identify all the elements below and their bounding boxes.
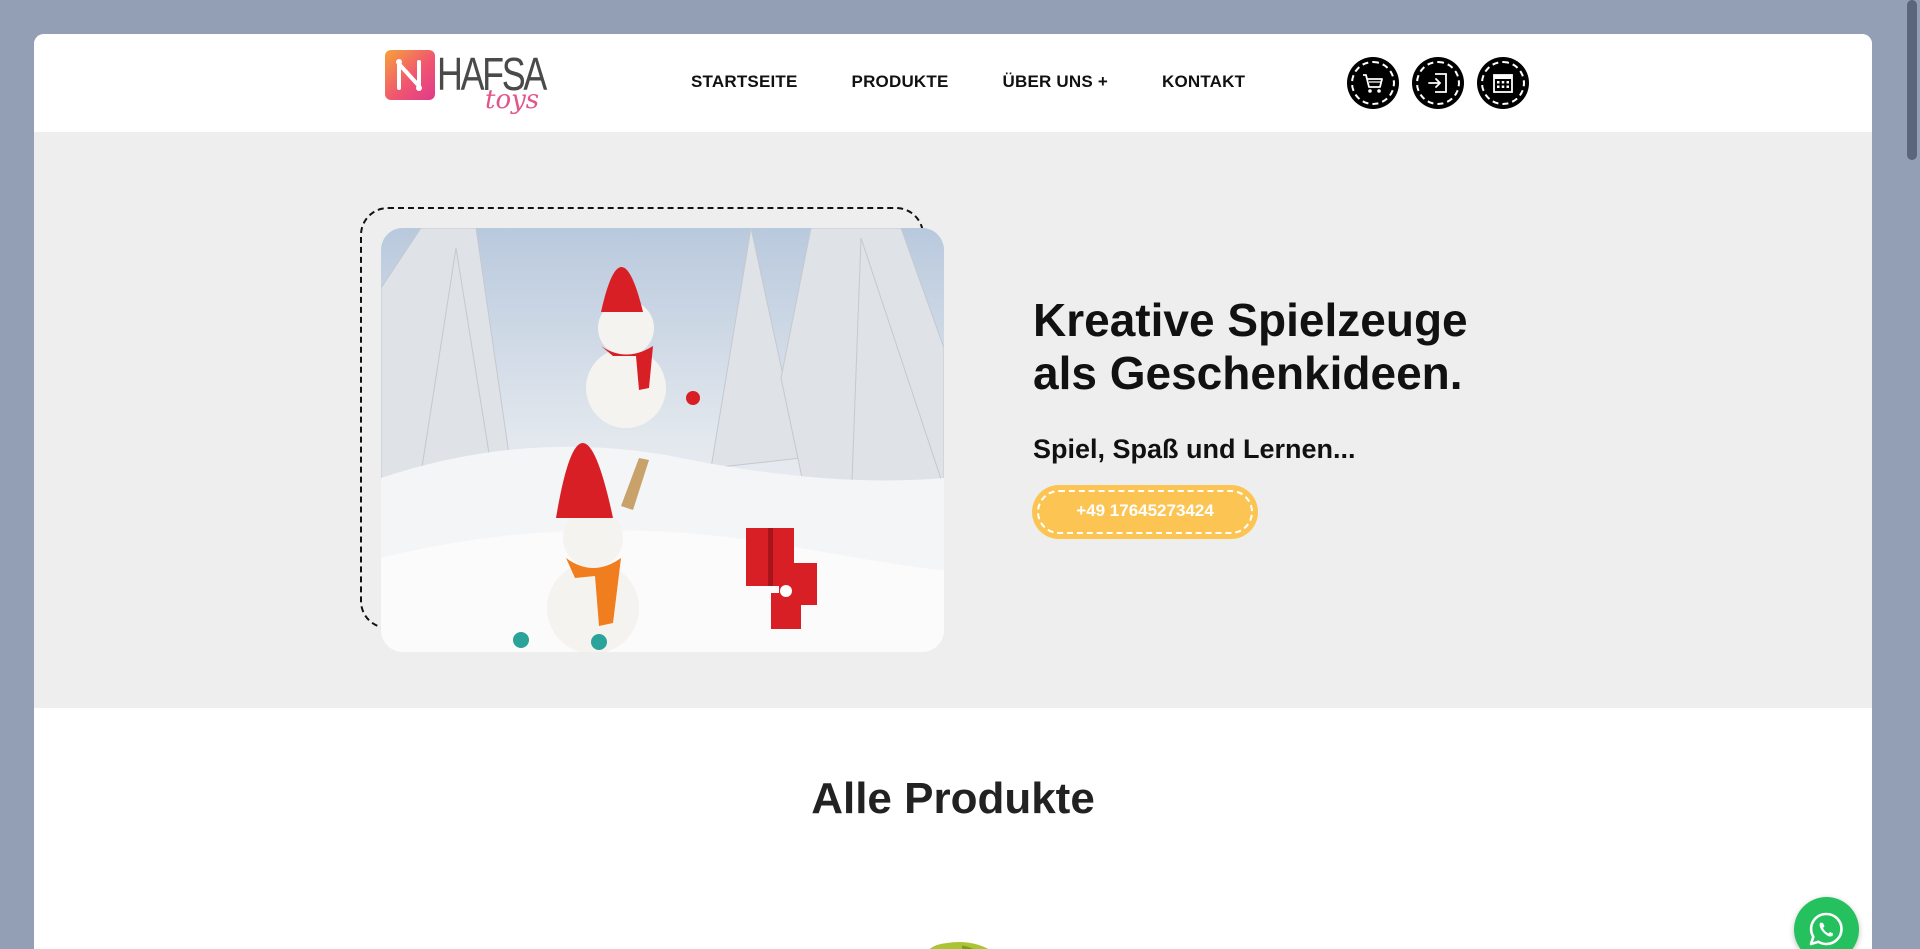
hero-image	[381, 228, 944, 652]
hero-title-line-2: als Geschenkideen.	[1033, 347, 1463, 399]
product-image-peek	[912, 929, 1002, 949]
logo-sub: toys	[485, 85, 540, 115]
login-button[interactable]	[1412, 57, 1464, 109]
whatsapp-button[interactable]	[1794, 897, 1859, 949]
nav-item-produkte[interactable]: PRODUKTE	[852, 72, 949, 96]
phone-button-label: +49 17645273424	[1076, 501, 1214, 520]
login-icon	[1428, 73, 1447, 93]
page: HAFSA toys STARTSEITE PRODUKTE ÜBER UNS …	[34, 34, 1872, 949]
products-title: Alle Produkte	[811, 774, 1095, 823]
logo[interactable]: HAFSA toys	[385, 48, 547, 116]
main-nav: STARTSEITE PRODUKTE ÜBER UNS + KONTAKT	[691, 72, 1245, 96]
whatsapp-icon	[1809, 912, 1843, 946]
hero-section: Kreative Spielzeuge als Geschenkideen. S…	[34, 132, 1872, 708]
cart-button[interactable]	[1347, 57, 1399, 109]
scrollbar[interactable]	[1904, 0, 1920, 949]
hero-subtitle: Spiel, Spaß und Lernen...	[1033, 434, 1356, 464]
site-header: HAFSA toys STARTSEITE PRODUKTE ÜBER UNS …	[34, 34, 1872, 132]
hero-title: Kreative Spielzeuge als Geschenkideen.	[1033, 294, 1553, 400]
nav-item-ueber-uns[interactable]: ÜBER UNS +	[1003, 72, 1108, 96]
calendar-icon	[1493, 74, 1513, 93]
nav-item-startseite[interactable]: STARTSEITE	[691, 72, 798, 96]
hero-title-line-1: Kreative Spielzeuge	[1033, 294, 1468, 346]
phone-button[interactable]: +49 17645273424	[1032, 485, 1258, 539]
logo-mark-icon	[385, 50, 435, 100]
scrollbar-thumb[interactable]	[1907, 0, 1917, 160]
cart-icon	[1363, 74, 1383, 93]
nav-item-kontakt[interactable]: KONTAKT	[1162, 72, 1245, 96]
calendar-button[interactable]	[1477, 57, 1529, 109]
